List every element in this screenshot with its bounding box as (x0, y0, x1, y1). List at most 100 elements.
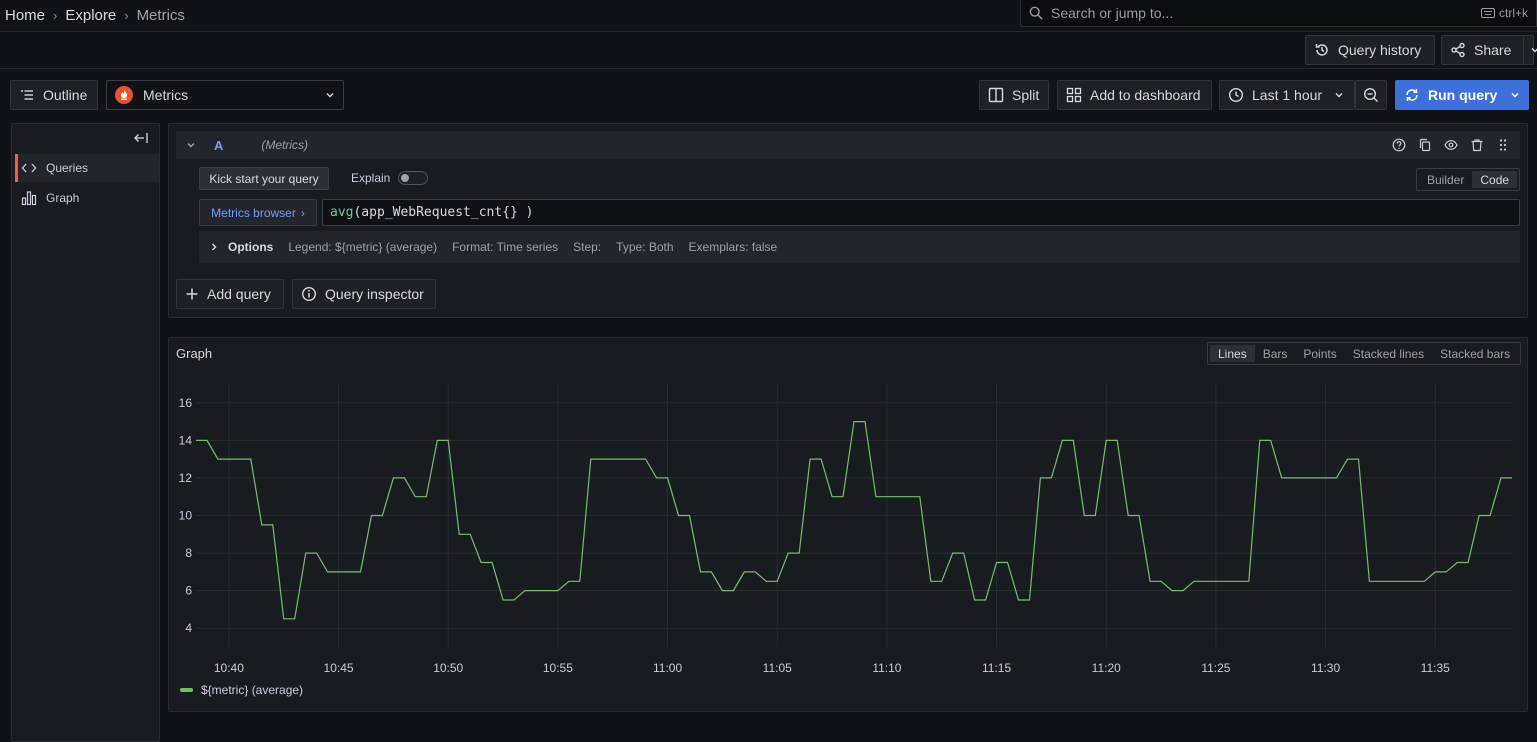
breadcrumb-explore[interactable]: Explore (65, 7, 116, 24)
collapse-outline-icon[interactable] (133, 131, 149, 148)
graph-bar-icon (21, 191, 37, 206)
x-tick-label: 11:20 (1092, 661, 1121, 675)
search-shortcut: ctrl+k (1480, 6, 1528, 20)
sidebar-item-label: Graph (46, 191, 80, 205)
chevron-down-icon (1335, 93, 1343, 98)
kick-start-button[interactable]: Kick start your query (199, 167, 329, 190)
query-datasource-name: (Metrics) (261, 138, 309, 152)
code-icon (21, 163, 37, 173)
search-input[interactable]: Search or jump to... ctrl+k (1020, 0, 1537, 27)
chart-legend[interactable]: ${metric} (average) (180, 683, 303, 697)
x-tick-label: 10:50 (433, 661, 463, 675)
x-tick-label: 11:25 (1201, 661, 1230, 675)
refresh-icon (1406, 89, 1418, 101)
split-button[interactable]: Split (979, 80, 1049, 110)
view-option-stacked-bars[interactable]: Stacked bars (1432, 345, 1518, 362)
share-dropdown-icon[interactable] (1523, 36, 1537, 64)
x-tick-label: 11:30 (1311, 661, 1340, 675)
x-tick-label: 11:00 (653, 661, 682, 675)
run-query-label: Run query (1428, 87, 1498, 103)
add-to-dashboard-label: Add to dashboard (1090, 87, 1201, 103)
query-row-actions (1392, 138, 1510, 152)
copy-icon[interactable] (1418, 138, 1432, 152)
sidebar-item-graph[interactable]: Graph (15, 184, 159, 212)
run-query-button[interactable]: Run query (1395, 80, 1529, 110)
zoom-out-button[interactable] (1355, 80, 1387, 110)
x-tick-label: 11:15 (982, 661, 1011, 675)
x-tick-label: 10:45 (324, 661, 354, 675)
add-query-label: Add query (207, 286, 271, 302)
view-option-lines[interactable]: Lines (1210, 345, 1255, 362)
datasource-picker[interactable]: Metrics (106, 80, 344, 110)
query-inspector-button[interactable]: Query inspector (292, 279, 436, 309)
y-tick-label: 4 (185, 621, 192, 635)
query-history-button[interactable]: Query history (1305, 35, 1435, 65)
outline-button[interactable]: Outline (10, 80, 98, 110)
series-line[interactable] (196, 420, 1512, 620)
info-circle-icon (301, 286, 317, 302)
chevron-right-icon: › (124, 8, 129, 23)
time-series-chart[interactable]: 4 6 8 10 12 14 16 10:40 10:45 10:50 10:55 11:00 11:0… (168, 370, 1528, 680)
keyboard-icon (1480, 8, 1495, 18)
eye-icon[interactable] (1444, 138, 1458, 152)
option-exemplars: Exemplars: false (688, 240, 778, 254)
apps-icon (1066, 87, 1082, 103)
option-format: Format: Time series (452, 240, 559, 254)
mode-code-button[interactable]: Code (1472, 171, 1518, 188)
view-option-stacked-lines[interactable]: Stacked lines (1345, 345, 1432, 362)
expression-function: avg (330, 205, 354, 220)
history-icon (1315, 44, 1328, 56)
option-legend: Legend: ${metric} (average) (288, 240, 438, 254)
datasource-label: Metrics (143, 87, 189, 103)
query-row-header: A (Metrics) (176, 131, 1520, 159)
plus-icon (186, 288, 198, 300)
time-range-picker[interactable]: Last 1 hour (1219, 80, 1355, 110)
sidebar-item-label: Queries (46, 161, 89, 175)
search-placeholder: Search or jump to... (1051, 5, 1174, 21)
chevron-right-icon (212, 243, 217, 251)
zoom-out-icon (1363, 87, 1378, 102)
expression-args: (app_WebRequest_cnt{} ) (353, 205, 534, 220)
run-query-dropdown-icon[interactable] (1510, 90, 1520, 100)
graph-view-options: Lines Bars Points Stacked lines Stacked … (1207, 342, 1522, 365)
y-tick-label: 6 (185, 584, 192, 598)
add-query-button[interactable]: Add query (176, 279, 284, 309)
clock-icon (1228, 87, 1244, 103)
query-inspector-label: Query inspector (325, 286, 424, 302)
share-button[interactable]: Share (1441, 35, 1537, 65)
time-range-label: Last 1 hour (1252, 87, 1323, 103)
drag-handle-icon[interactable] (1496, 138, 1510, 152)
view-option-bars[interactable]: Bars (1255, 345, 1296, 362)
help-icon[interactable] (1392, 138, 1406, 152)
share-label: Share (1474, 42, 1512, 58)
breadcrumb-home[interactable]: Home (5, 7, 45, 24)
breadcrumb: Home › Explore › Metrics (5, 7, 185, 24)
metrics-browser-button[interactable]: Metrics browser › (199, 199, 317, 226)
query-options-row[interactable]: Options Legend: ${metric} (average) Form… (199, 231, 1520, 263)
toggle-knob (401, 174, 409, 182)
explain-label: Explain (351, 171, 391, 185)
y-tick-label: 10 (179, 509, 193, 523)
mode-builder-button[interactable]: Builder (1419, 171, 1472, 188)
explain-toggle[interactable] (398, 171, 428, 185)
y-tick-label: 14 (179, 433, 193, 447)
add-to-dashboard-button[interactable]: Add to dashboard (1057, 80, 1212, 110)
chevron-right-icon: › (53, 8, 58, 23)
prometheus-icon (115, 86, 133, 104)
trash-icon[interactable] (1470, 138, 1484, 152)
sidebar-item-queries[interactable]: Queries (15, 154, 159, 182)
x-tick-label: 11:05 (763, 661, 792, 675)
metrics-browser-label: Metrics browser (211, 205, 296, 220)
list-icon (21, 90, 33, 100)
option-step: Step: (573, 240, 602, 254)
query-ref-id[interactable]: A (214, 138, 223, 153)
query-expression-editor[interactable]: avg (app_WebRequest_cnt{} ) (322, 199, 1520, 226)
query-history-label: Query history (1338, 42, 1422, 58)
view-option-points[interactable]: Points (1295, 345, 1344, 362)
search-icon (1029, 6, 1043, 20)
editor-mode-toggle: Builder Code (1416, 168, 1521, 191)
split-label: Split (1012, 87, 1040, 103)
collapse-query-icon[interactable] (186, 140, 196, 150)
x-tick-label: 10:55 (543, 661, 573, 675)
outline-label: Outline (43, 87, 88, 103)
